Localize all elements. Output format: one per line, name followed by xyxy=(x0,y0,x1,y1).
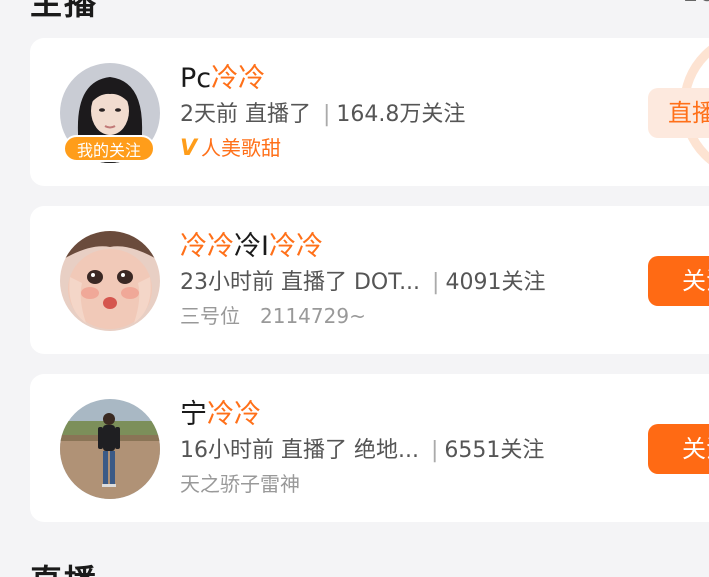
streamer-room-id: 2114729~ xyxy=(260,304,366,328)
verified-v-icon: V xyxy=(180,136,198,161)
avatar[interactable] xyxy=(60,231,160,331)
divider: | xyxy=(323,102,331,127)
streamer-meta: 23小时前 直播了 DOT... | 4091关注 xyxy=(180,268,545,298)
section-count: 16 xyxy=(682,0,709,8)
my-follow-tag: 我的关注 xyxy=(63,135,155,162)
avatar[interactable] xyxy=(60,399,160,499)
section-title-streamers: 主播 xyxy=(30,0,99,22)
name-highlight: 冷冷 xyxy=(207,399,261,430)
streamer-description: 三号位 xyxy=(180,304,240,328)
streamer-subtitle: 三号位 2114729~ xyxy=(180,302,366,330)
streamer-card[interactable]: 我的关注 Pc冷冷 2天前 直播了 |164.8万关注 V人美歌甜 直播中 xyxy=(30,38,709,186)
avatar-image xyxy=(60,231,160,331)
streamer-card[interactable]: 冷冷冷I冷冷 23小时前 直播了 DOT... | 4091关注 三号位 211472… xyxy=(30,206,709,354)
name-highlight: 冷冷 xyxy=(180,231,234,262)
streamer-name[interactable]: Pc冷冷 xyxy=(180,62,265,96)
divider: | xyxy=(432,270,440,295)
name-text: Pc xyxy=(180,63,212,94)
streamer-description: 天之骄子雷神 xyxy=(180,472,300,496)
live-now-button[interactable]: 直播中 xyxy=(648,88,709,138)
search-results-page: 主播 16 我的关注 Pc冷冷 2天前 直播了|164.8万关注 V人美歌甜 直… xyxy=(0,0,709,577)
name-highlight: 冷冷 xyxy=(268,231,323,262)
name-text: 宁 xyxy=(180,399,207,430)
streamer-name[interactable]: 冷冷冷I冷冷 xyxy=(180,230,323,264)
streamer-subtitle: V 人美歌甜 xyxy=(180,134,281,163)
last-live-time: 23小时前 直播了 DOT... xyxy=(180,270,421,295)
streamer-card[interactable]: 宁冷冷 16小时前 直播了 绝地... |6551关注 天之骄子雷神 关注 xyxy=(30,374,709,522)
streamer-meta: 2天前 直播了 | 164.8万关注 xyxy=(180,100,465,130)
follower-count: 4091关注 xyxy=(445,270,546,295)
avatar-image xyxy=(60,399,160,499)
streamer-subtitle: 天之骄子雷神 xyxy=(180,470,300,498)
follow-button[interactable]: 关注 xyxy=(648,256,709,306)
follower-count: 6551关注 xyxy=(444,438,545,463)
streamer-meta: 16小时前 直播了 绝地... | 6551关注 xyxy=(180,436,544,466)
section-title-live: 直播 xyxy=(30,556,98,577)
divider: | xyxy=(430,438,439,463)
last-live-time: 16小时前 直播了 绝地... xyxy=(180,438,419,463)
streamer-description: 人美歌甜 xyxy=(201,136,282,160)
follow-button[interactable]: 关注 xyxy=(648,424,709,474)
follower-count: 164.8万关注 xyxy=(336,102,466,127)
name-text: 冷I xyxy=(234,231,269,262)
last-live-time: 2天前 直播了 xyxy=(180,102,311,127)
name-highlight: 冷冷 xyxy=(211,63,266,94)
streamer-name[interactable]: 宁冷冷 xyxy=(180,398,261,432)
